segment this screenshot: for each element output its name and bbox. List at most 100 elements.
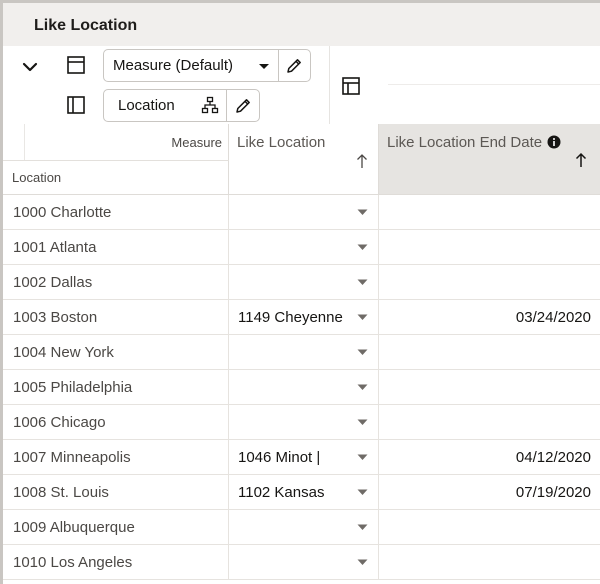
like-location-cell[interactable] — [229, 405, 379, 440]
end-date-cell[interactable]: 03/24/2020 — [379, 300, 600, 335]
info-icon[interactable] — [547, 135, 561, 149]
table-row: 1000 Charlotte — [3, 195, 600, 230]
table-row: 1001 Atlanta — [3, 230, 600, 265]
grid-corner-header: Measure Location — [3, 124, 229, 195]
caret-down-icon[interactable] — [357, 489, 368, 496]
table-row: 1007 Minneapolis 1046 Minot | 04/12/2020 — [3, 440, 600, 475]
toolbar-divider — [329, 46, 330, 124]
column-header-label: Like Location — [237, 134, 326, 151]
like-location-cell[interactable] — [229, 335, 379, 370]
end-date-cell[interactable] — [379, 230, 600, 265]
end-date-value: 03/24/2020 — [515, 309, 591, 326]
table-row: 1004 New York — [3, 335, 600, 370]
table-row: 1006 Chicago — [3, 405, 600, 440]
measure-pill-label: Measure (Default) — [113, 57, 234, 74]
measure-pill[interactable]: Measure (Default) — [103, 49, 311, 82]
location-cell: 1009 Albuquerque — [3, 510, 229, 545]
location-cell: 1008 St. Louis — [3, 475, 229, 510]
column-header-like-location-end-date[interactable]: Like Location End Date — [379, 124, 600, 195]
grid-body: 1000 Charlotte 1001 Atlanta 1002 Dallas — [3, 195, 600, 580]
caret-down-icon[interactable] — [357, 384, 368, 391]
location-cell: 1000 Charlotte — [3, 195, 229, 230]
caret-down-icon[interactable] — [357, 524, 368, 531]
like-location-cell[interactable] — [229, 195, 379, 230]
corner-divider — [3, 160, 229, 161]
row-layout-icon[interactable] — [66, 55, 86, 75]
end-date-cell[interactable] — [379, 195, 600, 230]
location-axis-label: Location — [12, 170, 62, 185]
like-location-value: 1149 Cheyenne — [238, 309, 343, 326]
table-row: 1002 Dallas — [3, 265, 600, 300]
like-location-cell[interactable] — [229, 510, 379, 545]
page-title: Like Location — [34, 17, 138, 34]
measure-axis-label: Measure — [171, 135, 222, 150]
caret-down-icon[interactable] — [357, 454, 368, 461]
like-location-cell[interactable] — [229, 230, 379, 265]
caret-down-icon[interactable] — [357, 244, 368, 251]
location-name: 1006 Chicago — [13, 414, 106, 431]
end-date-cell[interactable] — [379, 545, 600, 580]
location-cell: 1010 Los Angeles — [3, 545, 229, 580]
column-layout-icon[interactable] — [66, 95, 86, 115]
caret-down-icon[interactable] — [357, 314, 368, 321]
caret-down-icon[interactable] — [357, 349, 368, 356]
like-location-value: 1102 Kansas — [238, 484, 325, 501]
pill-divider — [278, 50, 279, 81]
end-date-cell[interactable]: 07/19/2020 — [379, 475, 600, 510]
pencil-icon[interactable] — [234, 97, 252, 115]
location-cell: 1007 Minneapolis — [3, 440, 229, 475]
location-cell: 1006 Chicago — [3, 405, 229, 440]
like-location-cell[interactable]: 1149 Cheyenne — [229, 300, 379, 335]
table-row: 1010 Los Angeles — [3, 545, 600, 580]
location-name: 1005 Philadelphia — [13, 379, 133, 396]
location-pill-label: Location — [118, 97, 175, 114]
arrow-up-icon[interactable] — [575, 152, 587, 168]
caret-down-icon[interactable] — [357, 419, 368, 426]
column-header-like-location[interactable]: Like Location — [229, 124, 379, 195]
end-date-cell[interactable] — [379, 405, 600, 440]
pivot-toolbar: Measure (Default) Location — [3, 46, 600, 124]
caret-down-icon[interactable] — [257, 59, 271, 73]
toolbar-rule — [388, 84, 600, 85]
end-date-cell[interactable] — [379, 265, 600, 300]
location-cell: 1001 Atlanta — [3, 230, 229, 265]
caret-down-icon[interactable] — [357, 559, 368, 566]
end-date-value: 07/19/2020 — [515, 484, 591, 501]
like-location-cell[interactable] — [229, 265, 379, 300]
location-name: 1002 Dallas — [13, 274, 93, 291]
location-name: 1010 Los Angeles — [13, 554, 133, 571]
like-location-cell[interactable] — [229, 370, 379, 405]
location-name: 1007 Minneapolis — [13, 449, 131, 466]
table-row: 1008 St. Louis 1102 Kansas 07/19/2020 — [3, 475, 600, 510]
like-location-cell[interactable] — [229, 545, 379, 580]
column-header-label: Like Location End Date — [387, 134, 543, 151]
end-date-cell[interactable]: 04/12/2020 — [379, 440, 600, 475]
end-date-cell[interactable] — [379, 335, 600, 370]
location-name: 1001 Atlanta — [13, 239, 97, 256]
location-name: 1008 St. Louis — [13, 484, 109, 501]
location-cell: 1002 Dallas — [3, 265, 229, 300]
location-cell: 1003 Boston — [3, 300, 229, 335]
chevron-down-icon[interactable] — [19, 56, 41, 78]
hierarchy-icon[interactable] — [201, 96, 219, 114]
location-cell: 1004 New York — [3, 335, 229, 370]
location-name: 1009 Albuquerque — [13, 519, 135, 536]
table-row: 1005 Philadelphia — [3, 370, 600, 405]
pencil-icon[interactable] — [285, 57, 303, 75]
arrow-up-icon[interactable] — [356, 153, 368, 169]
location-cell: 1005 Philadelphia — [3, 370, 229, 405]
like-location-value: 1046 Minot | — [238, 449, 321, 466]
like-location-cell[interactable]: 1102 Kansas — [229, 475, 379, 510]
pill-divider — [226, 90, 227, 121]
caret-down-icon[interactable] — [357, 209, 368, 216]
pivot-layout-icon[interactable] — [341, 76, 361, 96]
corner-spacer — [3, 124, 25, 160]
like-location-cell[interactable]: 1046 Minot | — [229, 440, 379, 475]
caret-down-icon[interactable] — [357, 279, 368, 286]
end-date-cell[interactable] — [379, 510, 600, 545]
title-bar: Like Location — [3, 3, 600, 46]
table-row: 1009 Albuquerque — [3, 510, 600, 545]
end-date-cell[interactable] — [379, 370, 600, 405]
location-pill[interactable]: Location — [103, 89, 260, 122]
table-row: 1003 Boston 1149 Cheyenne 03/24/2020 — [3, 300, 600, 335]
